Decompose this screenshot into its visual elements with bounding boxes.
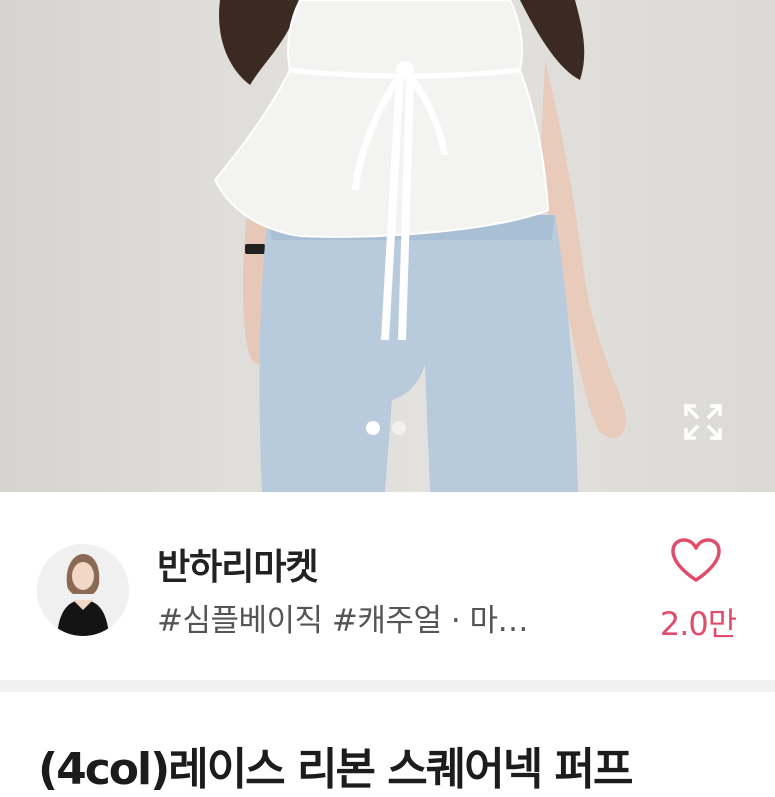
shop-tags: #심플베이직 #캐주얼 · 마… — [157, 603, 529, 639]
product-image[interactable] — [0, 0, 775, 492]
expand-icon — [683, 403, 723, 441]
avatar — [37, 544, 129, 636]
heart-outline-icon — [671, 538, 721, 582]
shop-name[interactable]: 반하리마켓 — [157, 538, 319, 590]
product-title: (4col)레이스 리본 스퀘어넥 퍼프 — [38, 744, 633, 795]
shop-avatar[interactable] — [37, 544, 129, 636]
like-button[interactable] — [670, 537, 722, 583]
section-divider — [0, 680, 775, 692]
shop-info[interactable]: 반하리마켓 #심플베이직 #캐주얼 · 마… 2.0만 — [0, 492, 775, 679]
product-photo — [213, 0, 626, 492]
like-count: 2.0만 — [659, 605, 737, 643]
carousel-dot-active[interactable] — [366, 421, 380, 435]
carousel-dot[interactable] — [392, 421, 406, 435]
carousel-indicator — [366, 421, 406, 435]
expand-button[interactable] — [682, 402, 724, 442]
